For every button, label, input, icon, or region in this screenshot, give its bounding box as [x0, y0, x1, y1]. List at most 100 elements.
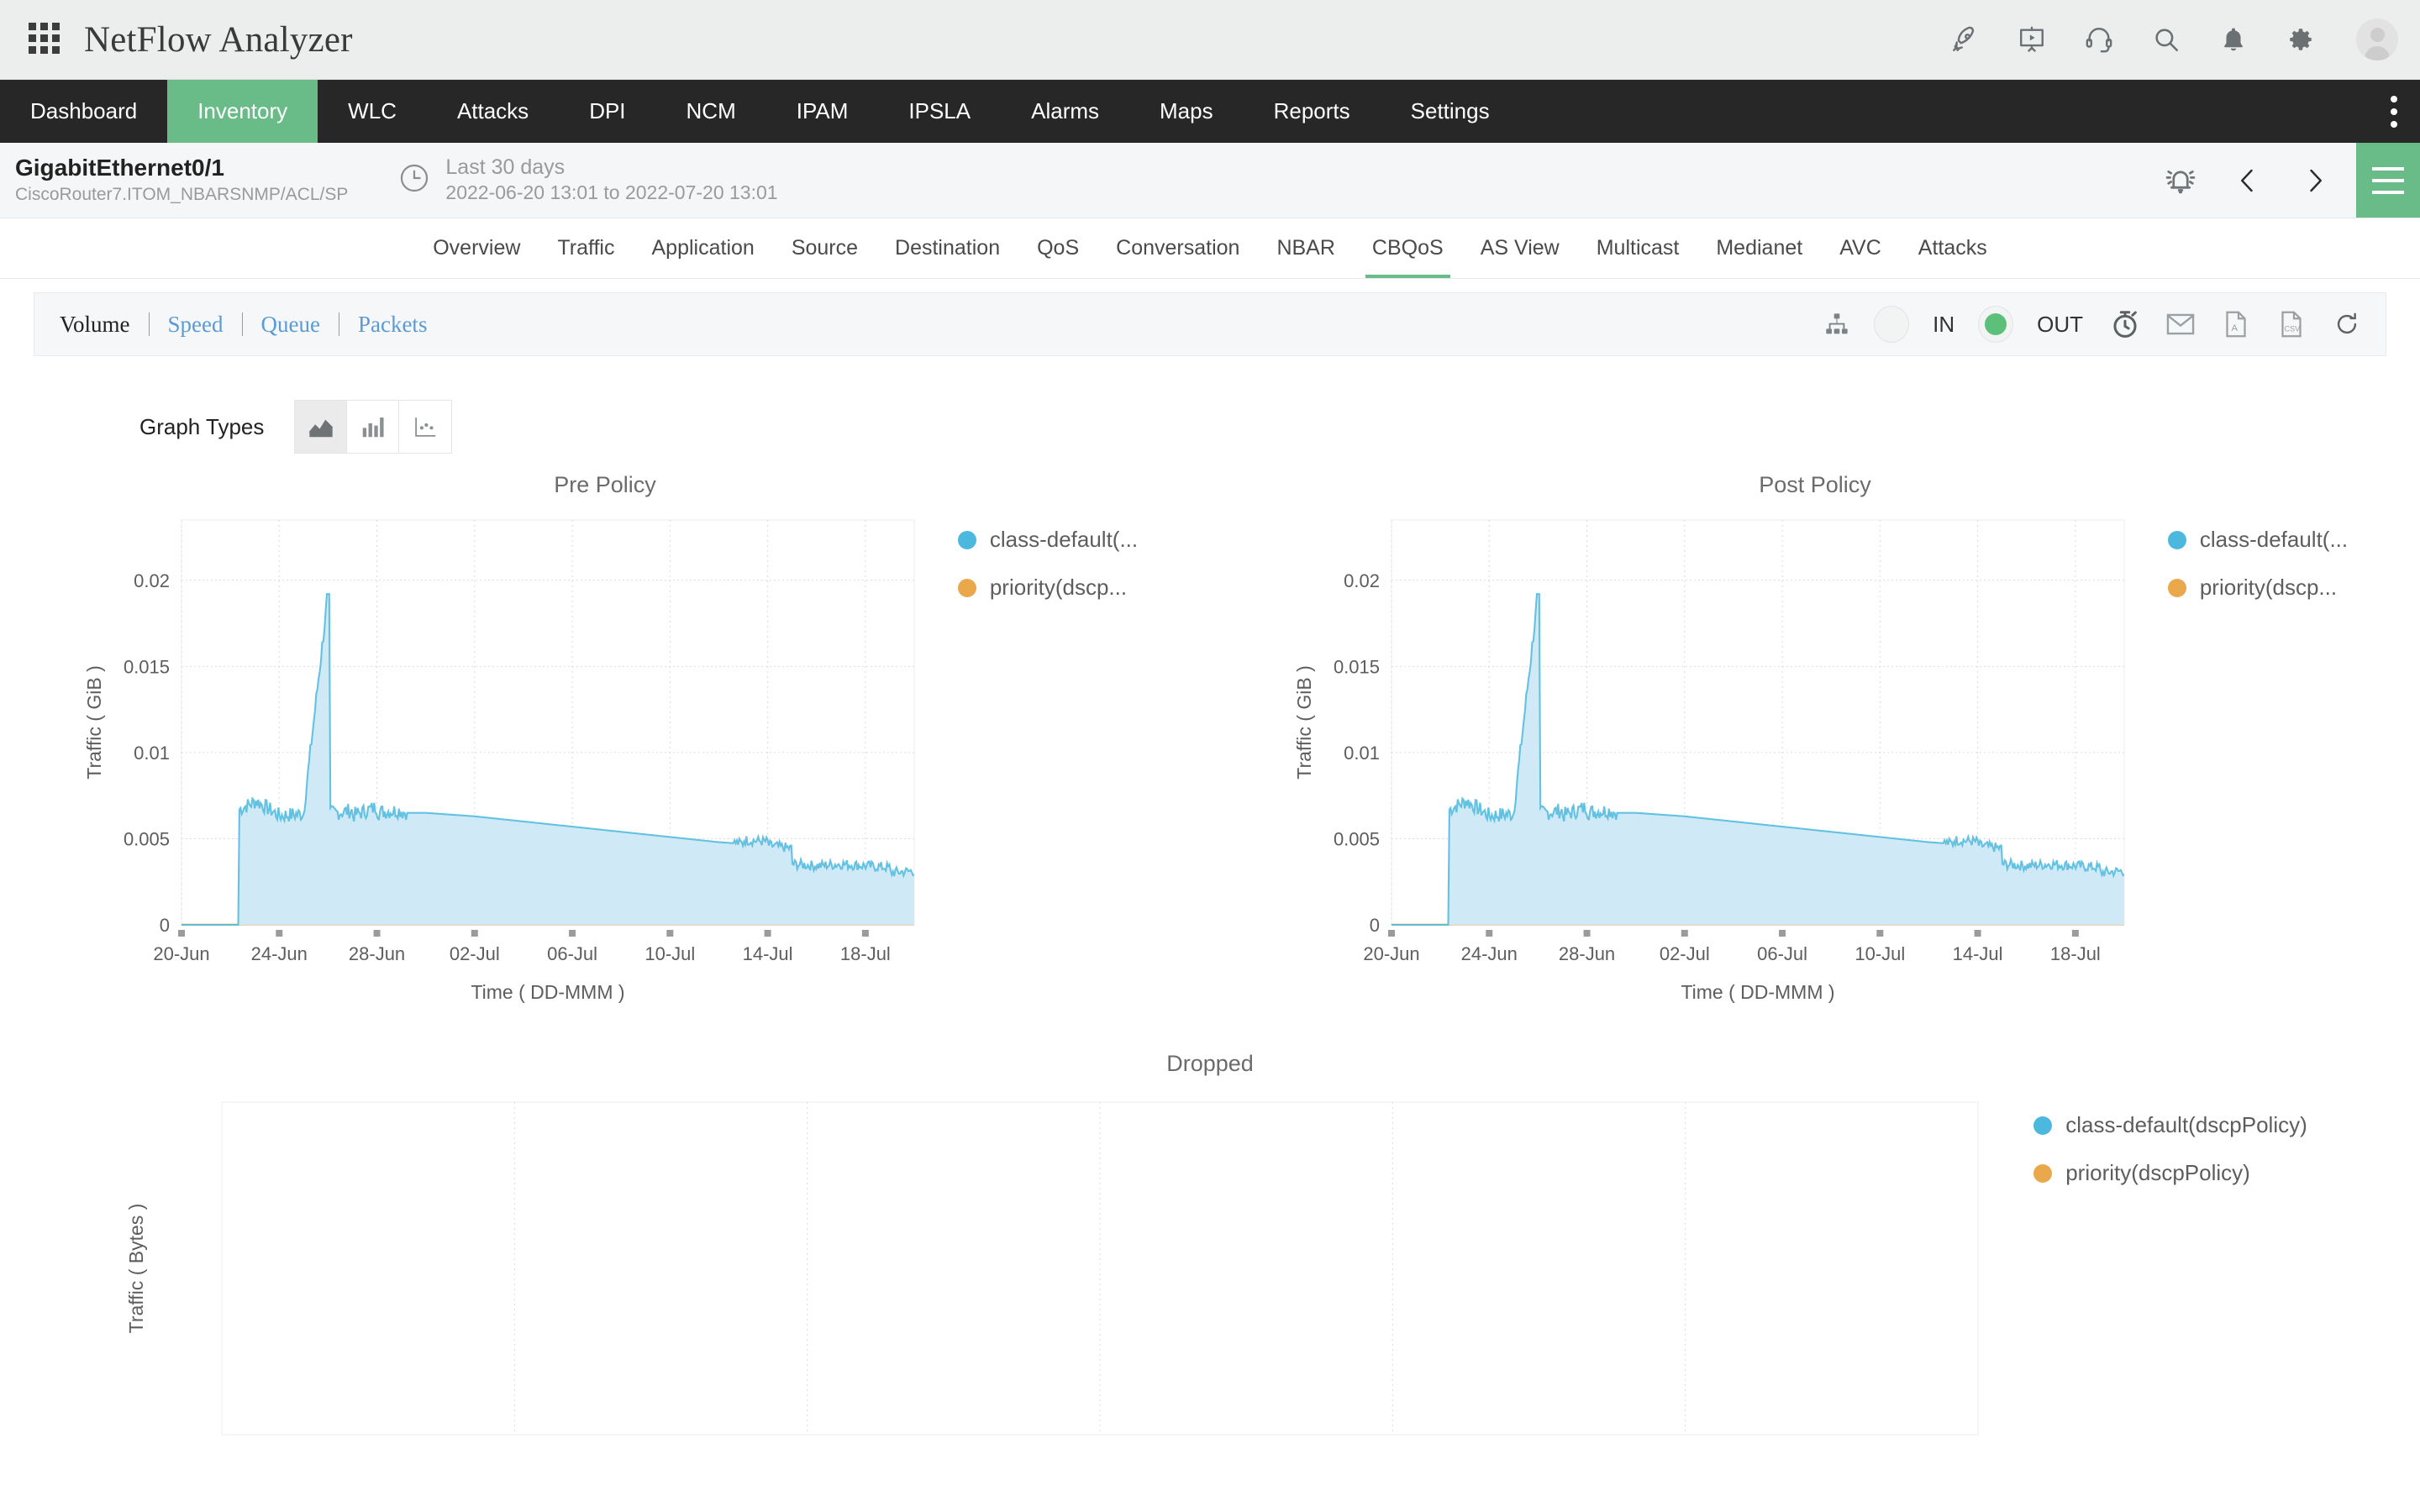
clock-icon: [398, 162, 430, 198]
svg-text:Traffic ( GiB ): Traffic ( GiB ): [1293, 665, 1315, 779]
nav-item-ncm[interactable]: NCM: [656, 80, 766, 143]
svg-text:06-Jul: 06-Jul: [547, 943, 597, 964]
bell-notification-icon[interactable]: [2217, 23, 2250, 56]
user-avatar-icon[interactable]: [2356, 18, 2398, 60]
tab-attacks[interactable]: Attacks: [1900, 218, 2006, 278]
tab-avc[interactable]: AVC: [1821, 218, 1900, 278]
svg-text:14-Jul: 14-Jul: [742, 943, 792, 964]
nav-item-settings[interactable]: Settings: [1381, 80, 1520, 143]
direction-out-label: OUT: [2037, 312, 2083, 338]
svg-text:0: 0: [160, 915, 170, 936]
svg-text:0.02: 0.02: [134, 570, 170, 591]
svg-text:Time ( DD-MMM ): Time ( DD-MMM ): [471, 981, 624, 1003]
svg-text:0.015: 0.015: [1334, 656, 1380, 677]
presentation-video-icon[interactable]: [2015, 23, 2049, 56]
tab-source[interactable]: Source: [773, 218, 876, 278]
nav-item-dpi[interactable]: DPI: [559, 80, 655, 143]
legend-item[interactable]: priority(dscp...: [958, 575, 1138, 601]
legend-item[interactable]: class-default(...: [2168, 527, 2348, 553]
time-range[interactable]: Last 30 days 2022-06-20 13:01 to 2022-07…: [445, 155, 777, 206]
dropped-chart-body: Traffic ( Bytes ) class-default(dscpPoli…: [0, 1090, 2420, 1443]
tab-as-view[interactable]: AS View: [1462, 218, 1578, 278]
legend-item[interactable]: class-default(dscpPolicy): [2033, 1112, 2307, 1138]
nav-item-ipsla[interactable]: IPSLA: [878, 80, 1001, 143]
legend-item[interactable]: class-default(...: [958, 527, 1138, 553]
nav-item-dashboard[interactable]: Dashboard: [0, 80, 167, 143]
search-icon[interactable]: [2149, 23, 2183, 56]
nav-item-inventory[interactable]: Inventory: [167, 80, 318, 143]
legend-color-swatch-priority: [2168, 579, 2186, 597]
metric-tab-links: Volume Speed Queue Packets: [60, 312, 445, 338]
area-chart-icon[interactable]: [295, 401, 347, 453]
tab-overview[interactable]: Overview: [414, 218, 539, 278]
tab-multicast[interactable]: Multicast: [1578, 218, 1698, 278]
svg-text:0.015: 0.015: [124, 656, 170, 677]
svg-text:06-Jul: 06-Jul: [1757, 943, 1807, 964]
device-path: CiscoRouter7.ITOM_NBARSNMP/ACL/SP: [15, 183, 348, 207]
legend-color-swatch-priority: [2033, 1164, 2052, 1183]
metric-tab-speed[interactable]: Speed: [150, 312, 242, 338]
direction-in-label: IN: [1933, 312, 1954, 338]
rocket-icon[interactable]: [1948, 23, 1981, 56]
tab-traffic[interactable]: Traffic: [539, 218, 633, 278]
nav-item-reports[interactable]: Reports: [1244, 80, 1381, 143]
headset-support-icon[interactable]: [2082, 23, 2116, 56]
device-context-bar: GigabitEthernet0/1 CiscoRouter7.ITOM_NBA…: [0, 143, 2420, 218]
refresh-rotate-icon[interactable]: [2328, 306, 2365, 343]
metric-tab-packets[interactable]: Packets: [339, 312, 445, 338]
svg-text:0.005: 0.005: [1334, 828, 1380, 849]
tab-cbqos[interactable]: CBQoS: [1354, 218, 1462, 278]
chevron-left-icon[interactable]: [2222, 155, 2274, 207]
direction-out-radio[interactable]: [1978, 306, 2013, 343]
header-icon-group: [1948, 18, 2398, 60]
scatter-chart-icon[interactable]: [399, 401, 451, 453]
nav-item-wlc[interactable]: WLC: [318, 80, 427, 143]
tab-medianet[interactable]: Medianet: [1697, 218, 1821, 278]
tab-conversation[interactable]: Conversation: [1097, 218, 1258, 278]
svg-text:18-Jul: 18-Jul: [840, 943, 891, 964]
gear-settings-icon[interactable]: [2284, 23, 2317, 56]
metric-tab-volume[interactable]: Volume: [60, 312, 149, 338]
nav-item-attacks[interactable]: Attacks: [427, 80, 559, 143]
direction-in-radio[interactable]: [1874, 306, 1909, 343]
legend-item[interactable]: priority(dscpPolicy): [2033, 1160, 2307, 1186]
dropped-chart-panel: Dropped Traffic ( Bytes ) class-default(…: [0, 1051, 2420, 1443]
post-policy-chart-svg[interactable]: 00.0050.010.0150.02Traffic ( GiB )20-Jun…: [1282, 510, 2139, 1005]
toolbar-action-icons: IN OUT: [1818, 306, 2365, 343]
kebab-menu-icon[interactable]: [2368, 80, 2420, 143]
tab-application[interactable]: Application: [634, 218, 773, 278]
dropped-chart-svg[interactable]: Traffic ( Bytes ): [113, 1090, 1986, 1443]
tab-destination[interactable]: Destination: [876, 218, 1018, 278]
pre-policy-legend: class-default(... priority(dscp...: [958, 510, 1138, 622]
email-envelope-icon[interactable]: [2162, 306, 2199, 343]
svg-text:Traffic ( GiB ): Traffic ( GiB ): [83, 665, 105, 779]
hamburger-menu-icon[interactable]: [2356, 143, 2420, 218]
alarm-bell-icon[interactable]: [2154, 155, 2207, 207]
csv-export-icon[interactable]: CSV: [2273, 306, 2310, 343]
svg-text:10-Jul: 10-Jul: [644, 943, 695, 964]
legend-color-swatch-priority: [958, 579, 976, 597]
tab-qos[interactable]: QoS: [1018, 218, 1097, 278]
stopwatch-timer-icon[interactable]: [2107, 306, 2144, 343]
nav-item-ipam[interactable]: IPAM: [766, 80, 879, 143]
nav-item-maps[interactable]: Maps: [1129, 80, 1244, 143]
device-bar-actions: [2154, 143, 2420, 218]
bar-chart-icon[interactable]: [347, 401, 399, 453]
graph-types-buttons: [294, 400, 452, 454]
pdf-export-icon[interactable]: A: [2217, 306, 2254, 343]
metric-tab-queue[interactable]: Queue: [243, 312, 339, 338]
toolbar-container: Volume Speed Queue Packets IN O: [0, 279, 2420, 356]
legend-item[interactable]: priority(dscp...: [2168, 575, 2348, 601]
svg-text:0: 0: [1370, 915, 1380, 936]
time-range-value: 2022-06-20 13:01 to 2022-07-20 13:01: [445, 181, 777, 206]
svg-text:CSV: CSV: [2285, 324, 2301, 333]
device-name: GigabitEthernet0/1: [15, 154, 348, 182]
apps-grid-icon[interactable]: [29, 23, 62, 56]
nav-item-alarms[interactable]: Alarms: [1001, 80, 1129, 143]
pre-policy-chart-svg[interactable]: 00.0050.010.0150.02Traffic ( GiB )20-Jun…: [72, 510, 929, 1005]
hierarchy-tree-icon[interactable]: [1818, 306, 1855, 343]
sub-navigation-tabs: Overview Traffic Application Source Dest…: [0, 218, 2420, 279]
tab-nbar[interactable]: NBAR: [1258, 218, 1353, 278]
post-policy-chart-block: 00.0050.010.0150.02Traffic ( GiB )20-Jun…: [1282, 510, 2348, 1005]
chevron-right-icon[interactable]: [2289, 155, 2341, 207]
